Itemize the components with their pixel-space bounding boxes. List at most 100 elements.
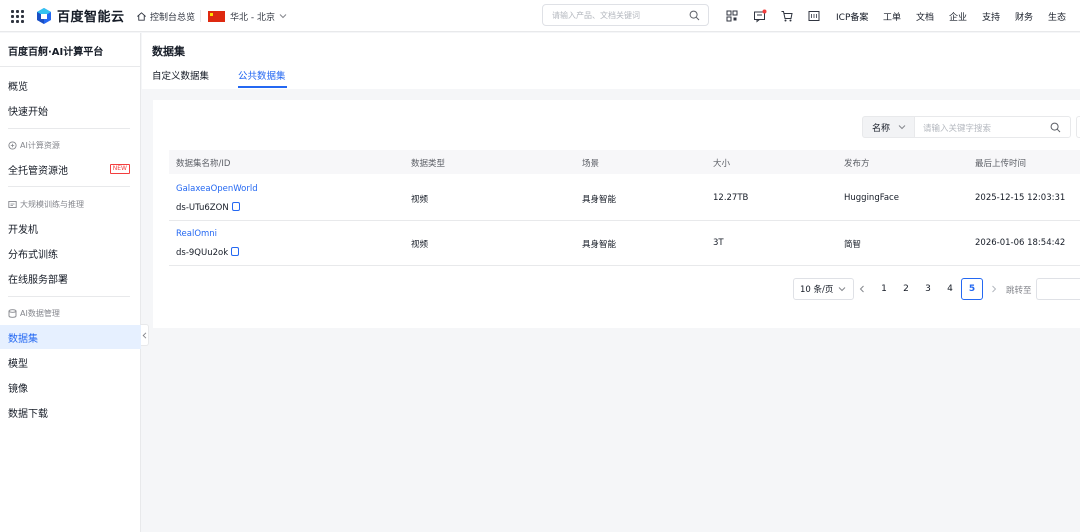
sidebar-collapse-button[interactable] <box>141 324 149 346</box>
dataset-id: ds-UTu6ZON <box>176 202 240 213</box>
chevron-left-icon <box>859 285 864 293</box>
chevron-left-icon <box>142 331 147 339</box>
filter-field-select[interactable]: 名称 <box>862 116 914 138</box>
divider <box>8 186 130 187</box>
global-search-placeholder: 请输入产品、文档关键词 <box>552 11 640 20</box>
sidebar-item-images[interactable]: 镜像 <box>0 375 141 399</box>
sidebar-item-distributed-training[interactable]: 分布式训练 <box>0 241 141 265</box>
column-header-name: 数据集名称/ID <box>176 159 231 169</box>
nav-link-ecosystem[interactable]: 生态 <box>1048 0 1066 32</box>
dataset-list-card: 名称 请输入关键字搜索 数据集名称/ID 数据类型 场景 大小 发布方 最后上传… <box>153 100 1080 328</box>
dataset-size: 3T <box>713 238 724 248</box>
nav-link-enterprise[interactable]: 企业 <box>949 0 967 32</box>
refresh-button[interactable] <box>1076 116 1080 138</box>
column-header-updated: 最后上传时间 <box>975 159 1027 169</box>
page-button-2[interactable]: 2 <box>895 278 917 300</box>
keyword-search-input[interactable]: 请输入关键字搜索 <box>914 116 1071 138</box>
baidu-cloud-logo-icon <box>37 7 51 24</box>
training-icon <box>8 201 17 208</box>
keyword-search-placeholder: 请输入关键字搜索 <box>923 124 992 134</box>
copy-icon[interactable] <box>231 247 240 256</box>
nav-link-ticket[interactable]: 工单 <box>883 0 901 32</box>
sidebar-item-online-service[interactable]: 在线服务部署 <box>0 266 141 290</box>
chevron-down-icon <box>279 14 287 19</box>
divider <box>0 66 141 67</box>
tab-custom-datasets[interactable]: 自定义数据集 <box>152 68 209 82</box>
sidebar-item-hosted-pool[interactable]: 全托管资源池 NEW <box>0 157 141 181</box>
dataset-publisher: 简智 <box>844 240 862 250</box>
nav-link-icp[interactable]: ICP备案 <box>836 0 868 32</box>
billing-icon[interactable] <box>807 9 821 23</box>
nav-link-finance[interactable]: 财务 <box>1015 0 1033 32</box>
dataset-name-link[interactable]: RealOmni <box>176 229 217 239</box>
compute-icon <box>8 141 17 150</box>
home-icon <box>137 11 146 21</box>
qr-code-icon[interactable] <box>725 9 739 23</box>
table-row: GalaxeaOpenWorld ds-UTu6ZON 视频 具身智能 12.2… <box>169 176 1080 221</box>
jump-to-page-input[interactable] <box>1036 278 1080 300</box>
region-selector[interactable]: 华北 - 北京 <box>208 0 287 32</box>
search-icon[interactable] <box>689 10 700 21</box>
dataset-name-link[interactable]: GalaxeaOpenWorld <box>176 184 258 194</box>
sidebar-item-models[interactable]: 模型 <box>0 350 141 374</box>
dataset-updated: 2026-01-06 18:54:42 <box>975 238 1066 248</box>
page-size-label: 10 条/页 <box>800 285 834 295</box>
page-title: 数据集 <box>152 45 185 58</box>
search-icon[interactable] <box>1050 122 1061 133</box>
global-search-input[interactable]: 请输入产品、文档关键词 <box>542 4 709 26</box>
sidebar-group-label: AI数据管理 <box>20 309 60 318</box>
region-label: 华北 - 北京 <box>230 12 275 23</box>
chevron-down-icon <box>898 125 906 130</box>
cart-icon[interactable] <box>780 9 794 23</box>
sidebar-item-label: 全托管资源池 <box>8 165 68 177</box>
sidebar-group-data: AI数据管理 <box>8 308 60 319</box>
sidebar-group-training: 大规模训练与推理 <box>8 199 84 210</box>
sidebar-item-overview[interactable]: 概览 <box>0 73 141 97</box>
baidu-cloud-logo[interactable]: 百度智能云 <box>35 6 125 25</box>
divider <box>8 128 130 129</box>
new-badge: NEW <box>109 164 130 174</box>
sidebar-group-label: 大规模训练与推理 <box>20 200 84 209</box>
sidebar-item-datasets[interactable]: 数据集 <box>0 325 141 349</box>
page-button-5[interactable]: 5 <box>961 278 983 300</box>
dataset-size: 12.27TB <box>713 193 749 203</box>
dataset-id-text: ds-UTu6ZON <box>176 203 229 213</box>
sidebar-item-quickstart[interactable]: 快速开始 <box>0 98 141 122</box>
filter-field-label: 名称 <box>872 123 891 134</box>
platform-title: 百度百舸·AI计算平台 <box>8 47 104 58</box>
column-header-scene: 场景 <box>582 159 600 169</box>
dataset-publisher: HuggingFace <box>844 193 899 203</box>
active-tab-indicator <box>238 86 287 88</box>
dataset-updated: 2025-12-15 12:03:31 <box>975 193 1066 203</box>
tab-public-datasets[interactable]: 公共数据集 <box>238 68 286 82</box>
page-button-3[interactable]: 3 <box>917 278 939 300</box>
database-icon <box>8 309 17 318</box>
sidebar-item-devmachine[interactable]: 开发机 <box>0 216 141 240</box>
chevron-down-icon <box>839 287 846 292</box>
nav-link-docs[interactable]: 文档 <box>916 0 934 32</box>
message-icon[interactable] <box>753 9 767 23</box>
nav-link-support[interactable]: 支持 <box>982 0 1000 32</box>
column-header-publisher: 发布方 <box>844 159 870 169</box>
console-overview-label: 控制台总览 <box>150 12 196 23</box>
divider <box>200 0 201 32</box>
main-header: 数据集 自定义数据集 公共数据集 <box>142 33 1080 89</box>
top-bar: 百度智能云 控制台总览 华北 - 北京 请输入产品、文档关键词 ICP备案 工单… <box>0 0 1080 32</box>
page-button-1[interactable]: 1 <box>873 278 895 300</box>
table-row: RealOmni ds-9QUu2ok 视频 具身智能 3T 简智 2026-0… <box>169 221 1080 266</box>
logo-text: 百度智能云 <box>57 10 125 25</box>
next-page-button[interactable] <box>983 278 1005 300</box>
sidebar: 百度百舸·AI计算平台 概览 快速开始 AI计算资源 全托管资源池 NEW 大规… <box>0 33 141 532</box>
prev-page-button[interactable] <box>851 278 873 300</box>
column-header-size: 大小 <box>713 159 731 169</box>
copy-icon[interactable] <box>231 202 240 211</box>
divider <box>8 296 130 297</box>
sidebar-item-data-download[interactable]: 数据下载 <box>0 400 141 424</box>
page-button-4[interactable]: 4 <box>939 278 961 300</box>
console-overview-link[interactable]: 控制台总览 <box>136 0 195 32</box>
column-header-type: 数据类型 <box>411 159 446 169</box>
app-grid-icon[interactable] <box>8 7 26 25</box>
dataset-id: ds-9QUu2ok <box>176 247 240 258</box>
page-size-select[interactable]: 10 条/页 <box>793 278 854 300</box>
sidebar-group-label: AI计算资源 <box>20 141 60 150</box>
